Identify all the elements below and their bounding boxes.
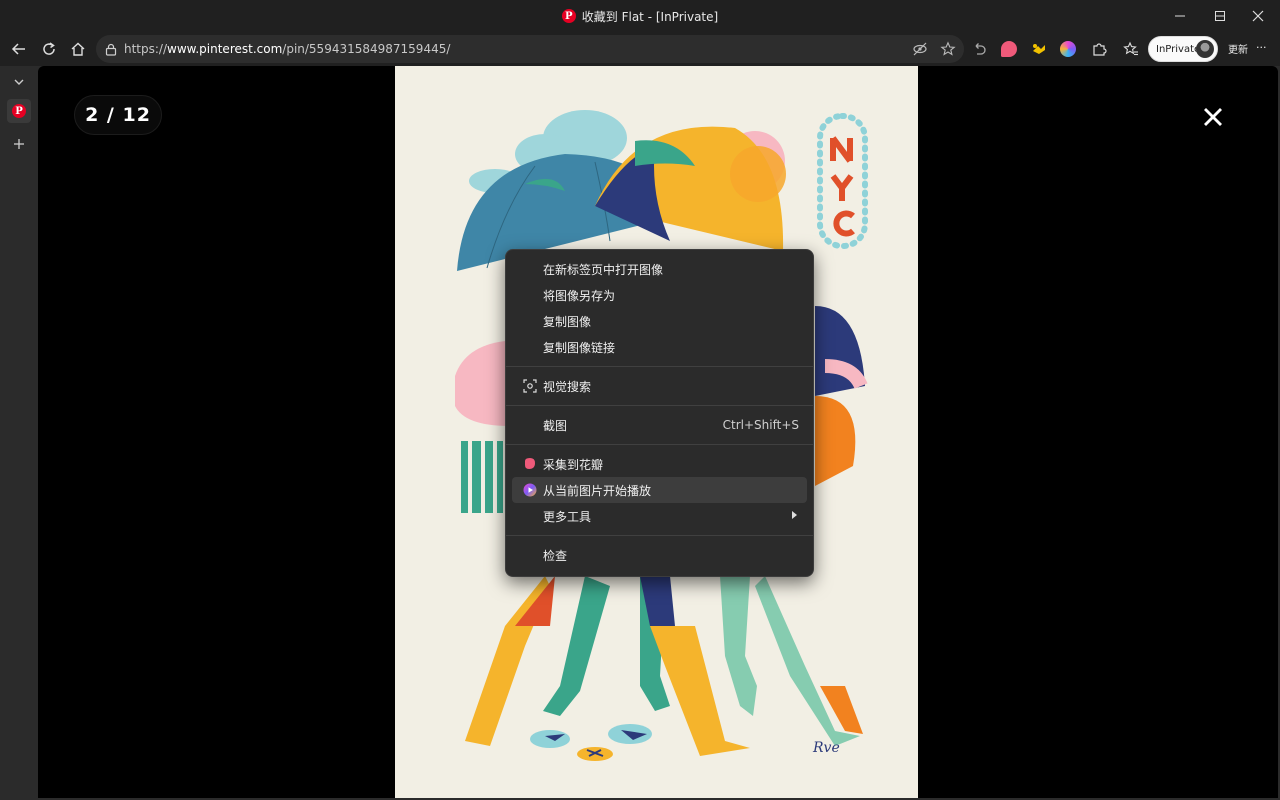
menu-start-slideshow[interactable]: 从当前图片开始播放 bbox=[512, 477, 807, 503]
menu-screenshot[interactable]: 截图 Ctrl+Shift+S bbox=[512, 412, 807, 438]
huaban-icon bbox=[525, 458, 535, 469]
tab-pinterest[interactable]: P bbox=[7, 99, 31, 123]
star-icon[interactable] bbox=[940, 41, 956, 57]
menu-label: 复制图像链接 bbox=[543, 340, 616, 355]
url-path: /pin/559431584987159445/ bbox=[282, 42, 451, 56]
favorites-button[interactable] bbox=[1118, 37, 1144, 61]
visual-search-icon bbox=[523, 379, 537, 393]
pinterest-icon: P bbox=[561, 9, 576, 23]
avatar bbox=[1196, 40, 1214, 58]
menu-collect-huaban[interactable]: 采集到花瓣 bbox=[512, 451, 807, 477]
menu-divider bbox=[506, 405, 813, 406]
menu-copy-image-link[interactable]: 复制图像链接 bbox=[512, 334, 807, 360]
menu-copy-image[interactable]: 复制图像 bbox=[512, 308, 807, 334]
slideshow-icon bbox=[523, 483, 537, 497]
refresh-button[interactable] bbox=[36, 37, 62, 61]
refresh-icon bbox=[43, 42, 55, 55]
menu-label: 从当前图片开始播放 bbox=[543, 483, 652, 498]
url-prefix: https:// bbox=[124, 42, 168, 56]
window-title: 收藏到 Flat - [InPrivate] bbox=[581, 9, 719, 24]
huaban-extension-icon[interactable] bbox=[1001, 41, 1017, 57]
menu-open-image-new-tab[interactable]: 在新标签页中打开图像 bbox=[512, 256, 807, 282]
back-button[interactable] bbox=[6, 37, 32, 61]
lock-icon[interactable] bbox=[104, 42, 118, 56]
menu-inspect[interactable]: 检查 bbox=[512, 542, 807, 568]
arrow-left-icon bbox=[11, 43, 25, 55]
context-menu: 在新标签页中打开图像 将图像另存为 复制图像 复制图像链接 视觉搜索 截图 Ct… bbox=[505, 249, 814, 577]
menu-divider bbox=[506, 366, 813, 367]
close-icon bbox=[1204, 108, 1222, 126]
plus-icon bbox=[14, 139, 24, 149]
menu-divider bbox=[506, 444, 813, 445]
undo-button[interactable] bbox=[966, 37, 992, 61]
tool-extension-icon[interactable] bbox=[1031, 41, 1047, 57]
chevron-down-icon bbox=[14, 79, 24, 85]
title-bar: P 收藏到 Flat - [InPrivate] bbox=[0, 0, 1280, 32]
vertical-tab-strip: P bbox=[0, 66, 38, 800]
image-counter: 2 / 12 bbox=[74, 95, 162, 135]
menu-label: 检查 bbox=[543, 548, 568, 563]
favorites-icon bbox=[1123, 41, 1138, 56]
address-bar[interactable]: https://www.pinterest.com/pin/5594315849… bbox=[96, 35, 964, 63]
url-domain: www.pinterest.com bbox=[167, 42, 283, 56]
menu-label: 更多工具 bbox=[543, 509, 592, 524]
tracking-prevention-icon[interactable] bbox=[912, 41, 928, 57]
close-viewer-button[interactable] bbox=[1198, 102, 1228, 132]
window-title-group: P 收藏到 Flat - [InPrivate] bbox=[561, 8, 719, 25]
menu-label: 截图 bbox=[543, 418, 568, 433]
menu-save-image-as[interactable]: 将图像另存为 bbox=[512, 282, 807, 308]
update-button[interactable]: 更新 bbox=[1228, 41, 1248, 56]
menu-label: 在新标签页中打开图像 bbox=[543, 262, 664, 277]
close-icon bbox=[1252, 10, 1264, 22]
new-tab-button[interactable] bbox=[7, 132, 31, 156]
slideshow-extension-icon[interactable] bbox=[1060, 41, 1076, 57]
menu-label: 视觉搜索 bbox=[543, 379, 592, 394]
extensions-button[interactable] bbox=[1086, 37, 1112, 61]
menu-divider bbox=[506, 535, 813, 536]
pinterest-icon: P bbox=[12, 104, 26, 118]
settings-more-button[interactable]: ··· bbox=[1256, 41, 1267, 54]
undo-icon bbox=[975, 43, 986, 55]
menu-label: 采集到花瓣 bbox=[543, 457, 604, 472]
browser-toolbar: https://www.pinterest.com/pin/5594315849… bbox=[0, 32, 1280, 66]
inprivate-label: InPrivate bbox=[1156, 43, 1201, 55]
home-icon bbox=[71, 42, 85, 56]
chevron-right-icon bbox=[792, 511, 797, 519]
home-button[interactable] bbox=[65, 37, 91, 61]
close-window-button[interactable] bbox=[1238, 0, 1278, 32]
menu-shortcut: Ctrl+Shift+S bbox=[722, 418, 799, 432]
puzzle-icon bbox=[1093, 43, 1107, 56]
signature-text: Rve bbox=[812, 740, 840, 756]
maximize-icon bbox=[1215, 11, 1225, 21]
minimize-button[interactable] bbox=[1160, 0, 1200, 32]
menu-more-tools[interactable]: 更多工具 bbox=[512, 503, 807, 529]
collapse-tabs-button[interactable] bbox=[7, 70, 31, 94]
menu-label: 复制图像 bbox=[543, 314, 592, 329]
maximize-button[interactable] bbox=[1200, 0, 1240, 32]
inprivate-button[interactable]: InPrivate bbox=[1148, 36, 1218, 62]
minimize-icon bbox=[1175, 15, 1185, 17]
menu-visual-search[interactable]: 视觉搜索 bbox=[512, 373, 807, 399]
menu-label: 将图像另存为 bbox=[543, 288, 616, 303]
